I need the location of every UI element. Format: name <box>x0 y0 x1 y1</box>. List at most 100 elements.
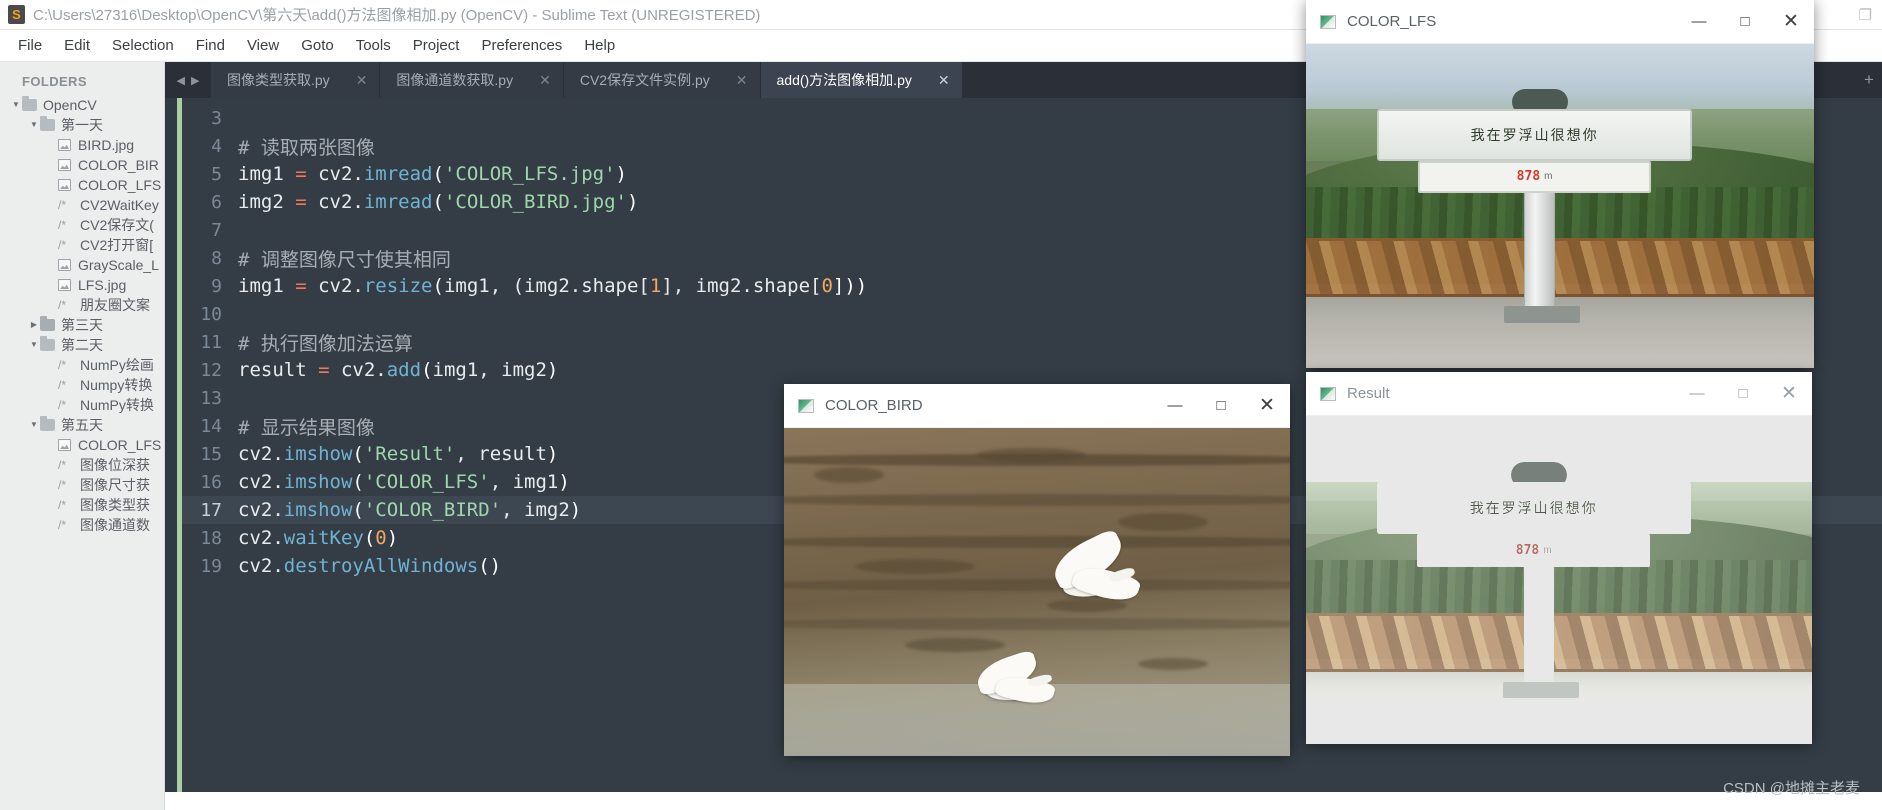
editor-tab-1[interactable]: 图像通道数获取.py ✕ <box>380 62 564 98</box>
editor-tab-0[interactable]: 图像类型获取.py ✕ <box>211 62 381 98</box>
menu-item-preferences[interactable]: Preferences <box>471 33 572 58</box>
menu-item-file[interactable]: File <box>8 33 52 58</box>
chevron-down-icon[interactable]: ▼ <box>28 115 40 135</box>
code-token: cv2. <box>306 275 364 297</box>
tree-item-5[interactable]: /* CV2WaitKey <box>0 195 164 215</box>
menu-item-selection[interactable]: Selection <box>102 33 184 58</box>
altitude-value: 878 <box>1515 542 1540 558</box>
tree-item-11[interactable]: ▶ 第三天 <box>0 315 164 335</box>
code-token: ( <box>352 471 364 493</box>
cv-window-color-bird[interactable]: COLOR_BIRD — □ ✕ <box>784 384 1290 756</box>
code-token: ) <box>546 359 559 381</box>
chevron-right-icon[interactable]: ▶ <box>28 315 40 335</box>
cv-window-result-titlebar[interactable]: Result — □ ✕ <box>1306 372 1812 416</box>
tree-item-6[interactable]: /* CV2保存文( <box>0 215 164 235</box>
code-token: cv2. <box>238 443 284 465</box>
close-button[interactable]: ✕ <box>1244 384 1290 428</box>
image-file-icon <box>58 159 71 171</box>
folder-icon <box>40 416 55 431</box>
maximize-button[interactable]: □ <box>1198 384 1244 428</box>
close-tab-icon[interactable]: ✕ <box>539 72 551 89</box>
tab-prev-icon[interactable]: ◀ <box>177 74 185 87</box>
close-button[interactable]: ✕ <box>1766 372 1812 416</box>
code-file-icon: /* <box>58 358 67 372</box>
tree-item-15[interactable]: /* NumPy转换 <box>0 395 164 415</box>
tree-item-16[interactable]: ▼ 第五天 <box>0 415 164 435</box>
tree-item-17[interactable]: COLOR_LFS <box>0 435 164 455</box>
tree-item-19[interactable]: /* 图像尺寸获 <box>0 475 164 495</box>
tree-item-10[interactable]: /* 朋友圈文案 <box>0 295 164 315</box>
cv-window-color-lfs[interactable]: COLOR_LFS — □ ✕ 我在罗浮山很想你 878 m <box>1306 0 1814 368</box>
editor-tab-2[interactable]: CV2保存文件实例.py ✕ <box>563 62 761 98</box>
cv-window-result[interactable]: Result — □ ✕ 我在罗浮山很想你 878 m <box>1306 372 1812 744</box>
line-source: result = cv2.add(img1, img2) <box>238 359 558 381</box>
tree-item-8[interactable]: GrayScale_L <box>0 255 164 275</box>
tree-item-0[interactable]: ▼ OpenCV <box>0 95 164 115</box>
folders-sidebar[interactable]: FOLDERS ▼ OpenCV ▼ 第一天 BIRD.jpg COLOR_BIR COLO… <box>0 62 165 810</box>
code-token: imread <box>363 163 433 185</box>
code-file-icon: /* <box>58 498 67 512</box>
tree-item-13[interactable]: /* NumPy绘画 <box>0 355 164 375</box>
viewpoint-sign-text: 我在罗浮山很想你 <box>1470 127 1599 144</box>
editor-scrollbar[interactable] <box>165 98 177 792</box>
menu-item-project[interactable]: Project <box>403 33 470 58</box>
folder-icon <box>40 116 55 131</box>
editor-tab-3[interactable]: add()方法图像相加.py ✕ <box>760 62 963 98</box>
tab-nav-arrows[interactable]: ◀ ▶ <box>165 62 211 98</box>
tree-item-18[interactable]: /* 图像位深获 <box>0 455 164 475</box>
line-number: 3 <box>211 107 222 129</box>
minimize-button[interactable]: — <box>1674 372 1720 416</box>
menu-item-tools[interactable]: Tools <box>346 33 401 58</box>
maximize-button[interactable]: □ <box>1720 372 1766 416</box>
new-tab-icon[interactable]: + <box>1856 62 1882 98</box>
tree-item-label: COLOR_LFS <box>78 437 162 453</box>
close-tab-icon[interactable]: ✕ <box>736 72 748 89</box>
chevron-down-icon[interactable]: ▼ <box>28 335 40 355</box>
line-number: 12 <box>200 359 222 381</box>
tree-item-12[interactable]: ▼ 第二天 <box>0 335 164 355</box>
code-token: = <box>318 359 330 381</box>
line-source: cv2.waitKey(0) <box>238 527 398 549</box>
close-tab-icon[interactable]: ✕ <box>356 72 368 89</box>
chevron-down-icon[interactable]: ▼ <box>10 95 22 115</box>
code-token: ], img2.shape[ <box>661 275 822 297</box>
close-button[interactable]: ✕ <box>1768 0 1814 44</box>
code-token: () <box>478 555 502 577</box>
line-number: 16 <box>200 471 222 493</box>
code-file-icon: /* <box>58 298 67 312</box>
maximize-button[interactable]: □ <box>1722 0 1768 44</box>
code-token: 1 <box>649 275 662 297</box>
sublime-logo-icon: S <box>8 5 25 24</box>
code-token: img1 <box>238 275 296 297</box>
line-source: cv2.imshow('COLOR_LFS', img1) <box>238 471 570 493</box>
tree-item-3[interactable]: COLOR_BIR <box>0 155 164 175</box>
tree-item-label: 第三天 <box>61 317 103 333</box>
chevron-down-icon[interactable]: ▼ <box>28 415 40 435</box>
restore-window-icon[interactable]: ❐ <box>1859 6 1872 24</box>
tree-item-4[interactable]: COLOR_LFS <box>0 175 164 195</box>
tree-item-2[interactable]: BIRD.jpg <box>0 135 164 155</box>
tree-item-1[interactable]: ▼ 第一天 <box>0 115 164 135</box>
tree-item-14[interactable]: /* Numpy转换 <box>0 375 164 395</box>
photo-mountain-viewpoint: 我在罗浮山很想你 878 m <box>1306 44 1814 368</box>
tree-item-9[interactable]: LFS.jpg <box>0 275 164 295</box>
cv-window-color-lfs-titlebar[interactable]: COLOR_LFS — □ ✕ <box>1306 0 1814 44</box>
menu-item-find[interactable]: Find <box>186 33 235 58</box>
viewpoint-sign-text: 我在罗浮山很想你 <box>1469 500 1598 517</box>
folder-tree[interactable]: ▼ OpenCV ▼ 第一天 BIRD.jpg COLOR_BIR COLOR_LFS/* C… <box>0 95 164 535</box>
minimize-button[interactable]: — <box>1152 384 1198 428</box>
close-tab-icon[interactable]: ✕ <box>938 72 950 89</box>
cv-window-color-bird-titlebar[interactable]: COLOR_BIRD — □ ✕ <box>784 384 1290 428</box>
tree-item-20[interactable]: /* 图像类型获 <box>0 495 164 515</box>
tree-item-7[interactable]: /* CV2打开窗[ <box>0 235 164 255</box>
tree-item-label: 图像尺寸获 <box>80 477 150 493</box>
tree-item-21[interactable]: /* 图像通道数 <box>0 515 164 535</box>
menu-item-view[interactable]: View <box>237 33 289 58</box>
menu-item-edit[interactable]: Edit <box>54 33 100 58</box>
tab-next-icon[interactable]: ▶ <box>191 74 199 87</box>
editor-tab-label: 图像类型获取.py <box>227 72 330 88</box>
menu-item-help[interactable]: Help <box>574 33 625 58</box>
line-number: 15 <box>200 443 222 465</box>
minimize-button[interactable]: — <box>1676 0 1722 44</box>
menu-item-goto[interactable]: Goto <box>291 33 344 58</box>
